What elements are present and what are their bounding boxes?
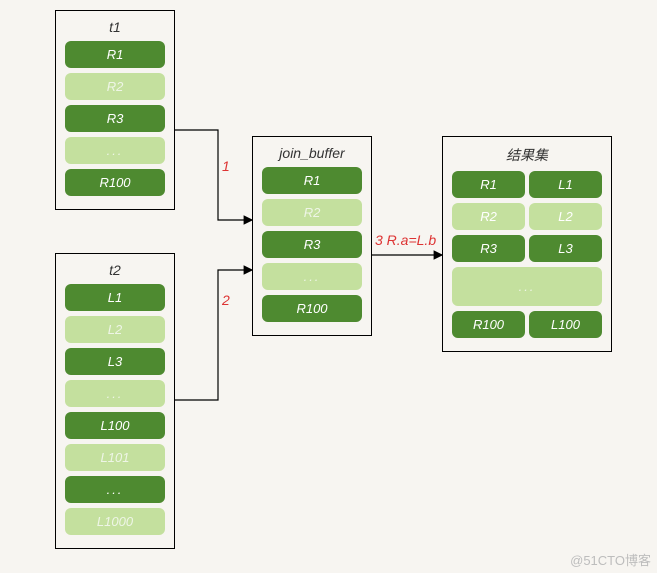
label-condition: 3 R.a=L.b: [375, 232, 436, 248]
t2-title: t2: [62, 262, 168, 278]
t2-row: L1: [65, 284, 165, 311]
result-row: R100 L100: [452, 311, 602, 338]
buffer-row: R2: [262, 199, 362, 226]
t1-row: R1: [65, 41, 165, 68]
result-cell-right: L1: [529, 171, 602, 198]
join-buffer-title: join_buffer: [259, 145, 365, 161]
result-row: R3 L3: [452, 235, 602, 262]
watermark: @51CTO博客: [570, 550, 651, 569]
result-cell-right: L100: [529, 311, 602, 338]
t2-row: ...: [65, 476, 165, 503]
buffer-row: R100: [262, 295, 362, 322]
t2-row: L100: [65, 412, 165, 439]
result-row: R1 L1: [452, 171, 602, 198]
result-cell-right: L2: [529, 203, 602, 230]
result-cell-left: R100: [452, 311, 525, 338]
t2-row: L101: [65, 444, 165, 471]
t1-row: ...: [65, 137, 165, 164]
result-cell-left: R2: [452, 203, 525, 230]
t2-row: L3: [65, 348, 165, 375]
table-t2: t2 L1 L2 L3 ... L100 L101 ... L1000: [55, 253, 175, 549]
result-row: R2 L2: [452, 203, 602, 230]
t1-row: R3: [65, 105, 165, 132]
table-t1: t1 R1 R2 R3 ... R100: [55, 10, 175, 210]
label-1: 1: [222, 158, 230, 174]
buffer-row: R1: [262, 167, 362, 194]
result-title: 结果集: [449, 145, 605, 165]
buffer-row: R3: [262, 231, 362, 258]
t1-title: t1: [62, 19, 168, 35]
t2-row: L1000: [65, 508, 165, 535]
result-cell-left: R1: [452, 171, 525, 198]
t2-row: L2: [65, 316, 165, 343]
result-set: 结果集 R1 L1 R2 L2 R3 L3 ... R100 L100: [442, 136, 612, 352]
t1-row: R100: [65, 169, 165, 196]
result-cell-right: L3: [529, 235, 602, 262]
label-2: 2: [222, 292, 230, 308]
join-buffer: join_buffer R1 R2 R3 ... R100: [252, 136, 372, 336]
result-ellipsis: ...: [452, 267, 602, 306]
result-cell-left: R3: [452, 235, 525, 262]
t1-row: R2: [65, 73, 165, 100]
buffer-row: ...: [262, 263, 362, 290]
t2-row: ...: [65, 380, 165, 407]
